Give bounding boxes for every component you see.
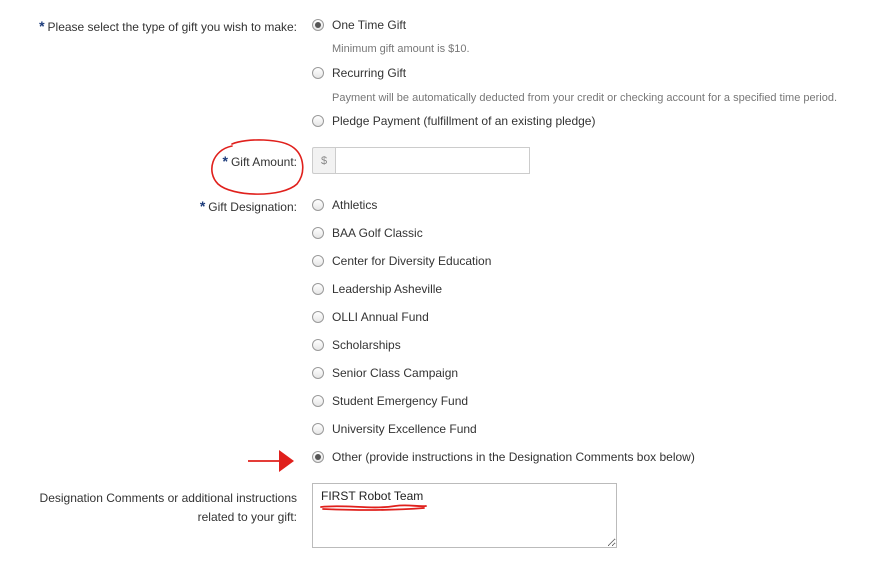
radio-leadership-asheville[interactable] [312, 283, 324, 295]
arrow-icon [248, 450, 294, 472]
radio-senior-class-campaign[interactable] [312, 367, 324, 379]
gift-designation-label: * Gift Designation: [199, 198, 297, 214]
option-leadership-asheville[interactable]: Leadership Asheville [332, 282, 442, 296]
currency-addon: $ [312, 147, 335, 174]
option-senior-class-campaign[interactable]: Senior Class Campaign [332, 366, 458, 380]
option-recurring-gift[interactable]: Recurring Gift [332, 66, 406, 80]
option-student-emergency-fund[interactable]: Student Emergency Fund [332, 394, 468, 408]
gift-type-label: * Please select the type of gift you wish… [39, 18, 297, 34]
radio-other[interactable] [312, 451, 324, 463]
radio-scholarships[interactable] [312, 339, 324, 351]
radio-athletics[interactable] [312, 199, 324, 211]
option-olli-annual-fund[interactable]: OLLI Annual Fund [332, 310, 429, 324]
radio-recurring-gift[interactable] [312, 67, 324, 79]
help-recurring-gift: Payment will be automatically deducted f… [332, 92, 838, 104]
designation-comments-label: Designation Comments or additional instr… [39, 491, 297, 524]
gift-amount-input[interactable] [335, 147, 530, 174]
option-athletics[interactable]: Athletics [332, 198, 377, 212]
option-scholarships[interactable]: Scholarships [332, 338, 401, 352]
option-baa-golf-classic[interactable]: BAA Golf Classic [332, 226, 423, 240]
designation-comments-textarea[interactable]: FIRST Robot Team [312, 483, 617, 548]
option-university-excellence-fund[interactable]: University Excellence Fund [332, 422, 477, 436]
radio-baa-golf-classic[interactable] [312, 227, 324, 239]
radio-pledge-payment[interactable] [312, 115, 324, 127]
help-one-time-gift: Minimum gift amount is $10. [332, 43, 470, 55]
radio-one-time-gift[interactable] [312, 19, 324, 31]
gift-amount-label: * Gift Amount: [222, 153, 297, 169]
required-asterisk: * [222, 153, 228, 169]
option-center-for-diversity-education[interactable]: Center for Diversity Education [332, 254, 491, 268]
required-asterisk: * [39, 18, 45, 34]
option-pledge-payment[interactable]: Pledge Payment (fulfillment of an existi… [332, 114, 595, 128]
radio-university-excellence-fund[interactable] [312, 423, 324, 435]
required-asterisk: * [199, 198, 206, 214]
radio-olli-annual-fund[interactable] [312, 311, 324, 323]
option-one-time-gift[interactable]: One Time Gift [332, 18, 406, 32]
option-other[interactable]: Other (provide instructions in the Desig… [332, 450, 695, 464]
radio-center-for-diversity-education[interactable] [312, 255, 324, 267]
radio-student-emergency-fund[interactable] [312, 395, 324, 407]
